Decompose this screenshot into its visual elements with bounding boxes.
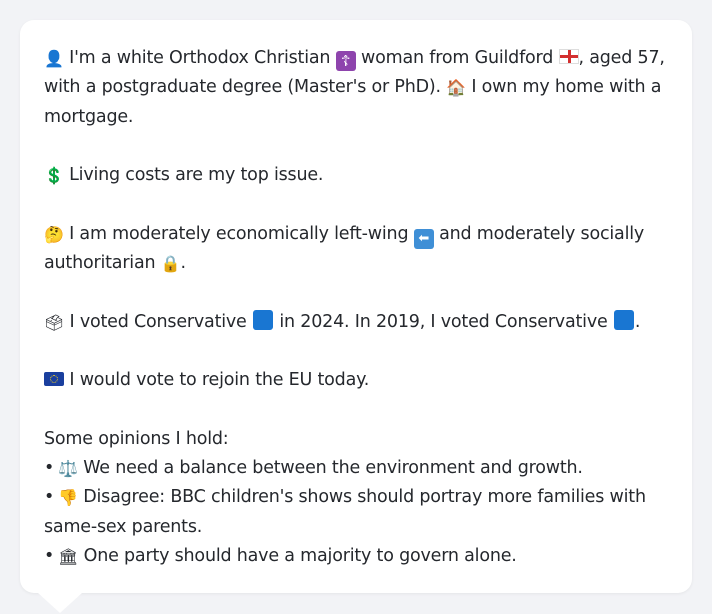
scales-icon: ⚖️ [58,459,78,479]
lock-icon: 🔒 [160,254,181,274]
vote-text-2: in 2024. In 2019, I voted Conservative [279,311,608,332]
issue-paragraph: 💲 Living costs are my top issue. [44,161,670,190]
bullet: • [44,458,55,479]
opinion-item: • ⚖️ We need a balance between the enviro… [44,454,670,483]
vote-text-3: . [634,311,641,332]
person-icon: 👤 [44,49,64,68]
opinions-heading: Some opinions I hold: [44,428,229,449]
ideology-text-3: . [180,253,187,274]
thinking-face-icon: 🤔 [44,224,64,244]
opinion-text: Disagree: BBC children's shows should po… [44,487,646,537]
identity-text-2: woman from Guildford [361,48,554,68]
eu-flag-icon [44,372,64,387]
bullet: • [44,546,55,567]
thumbs-down-icon: 👎 [58,488,78,508]
ideology-paragraph: 🤔 I am moderately economically left-wing… [44,220,670,279]
left-arrow-icon: ⬅ [413,228,434,249]
orthodox-cross-icon: ☦ [335,51,356,71]
classical-building-icon: 🏛 [58,547,79,567]
speech-bubble-tail [38,593,82,613]
opinion-item: • 🏛 One party should have a majority to g… [44,542,670,571]
eu-text: I would vote to rejoin the EU today. [69,370,370,391]
persona-card: 👤 I'm a white Orthodox Christian ☦ woman… [20,20,692,593]
vote-paragraph: 🗳 I voted Conservative in 2024. In 2019,… [44,308,670,337]
conservative-blue-square-icon [613,309,634,330]
identity-paragraph: 👤 I'm a white Orthodox Christian ☦ woman… [44,44,670,132]
eu-paragraph: I would vote to rejoin the EU today. [44,366,670,395]
identity-text-1: I'm a white Orthodox Christian [69,48,331,68]
opinion-text: We need a balance between the environmen… [83,458,583,479]
ideology-text-1: I am moderately economically left-wing [69,223,409,244]
dollar-icon: 💲 [44,166,64,186]
conservative-blue-square-icon [253,309,273,330]
issue-text: Living costs are my top issue. [69,165,324,186]
opinion-text: One party should have a majority to gove… [83,546,517,567]
ballot-box-icon: 🗳 [44,312,65,332]
england-flag-icon [558,49,579,64]
opinion-item: • 👎 Disagree: BBC children's shows should… [44,483,670,542]
vote-text-1: I voted Conservative [69,311,247,332]
bullet: • [44,487,55,508]
house-icon: 🏠 [446,78,466,98]
